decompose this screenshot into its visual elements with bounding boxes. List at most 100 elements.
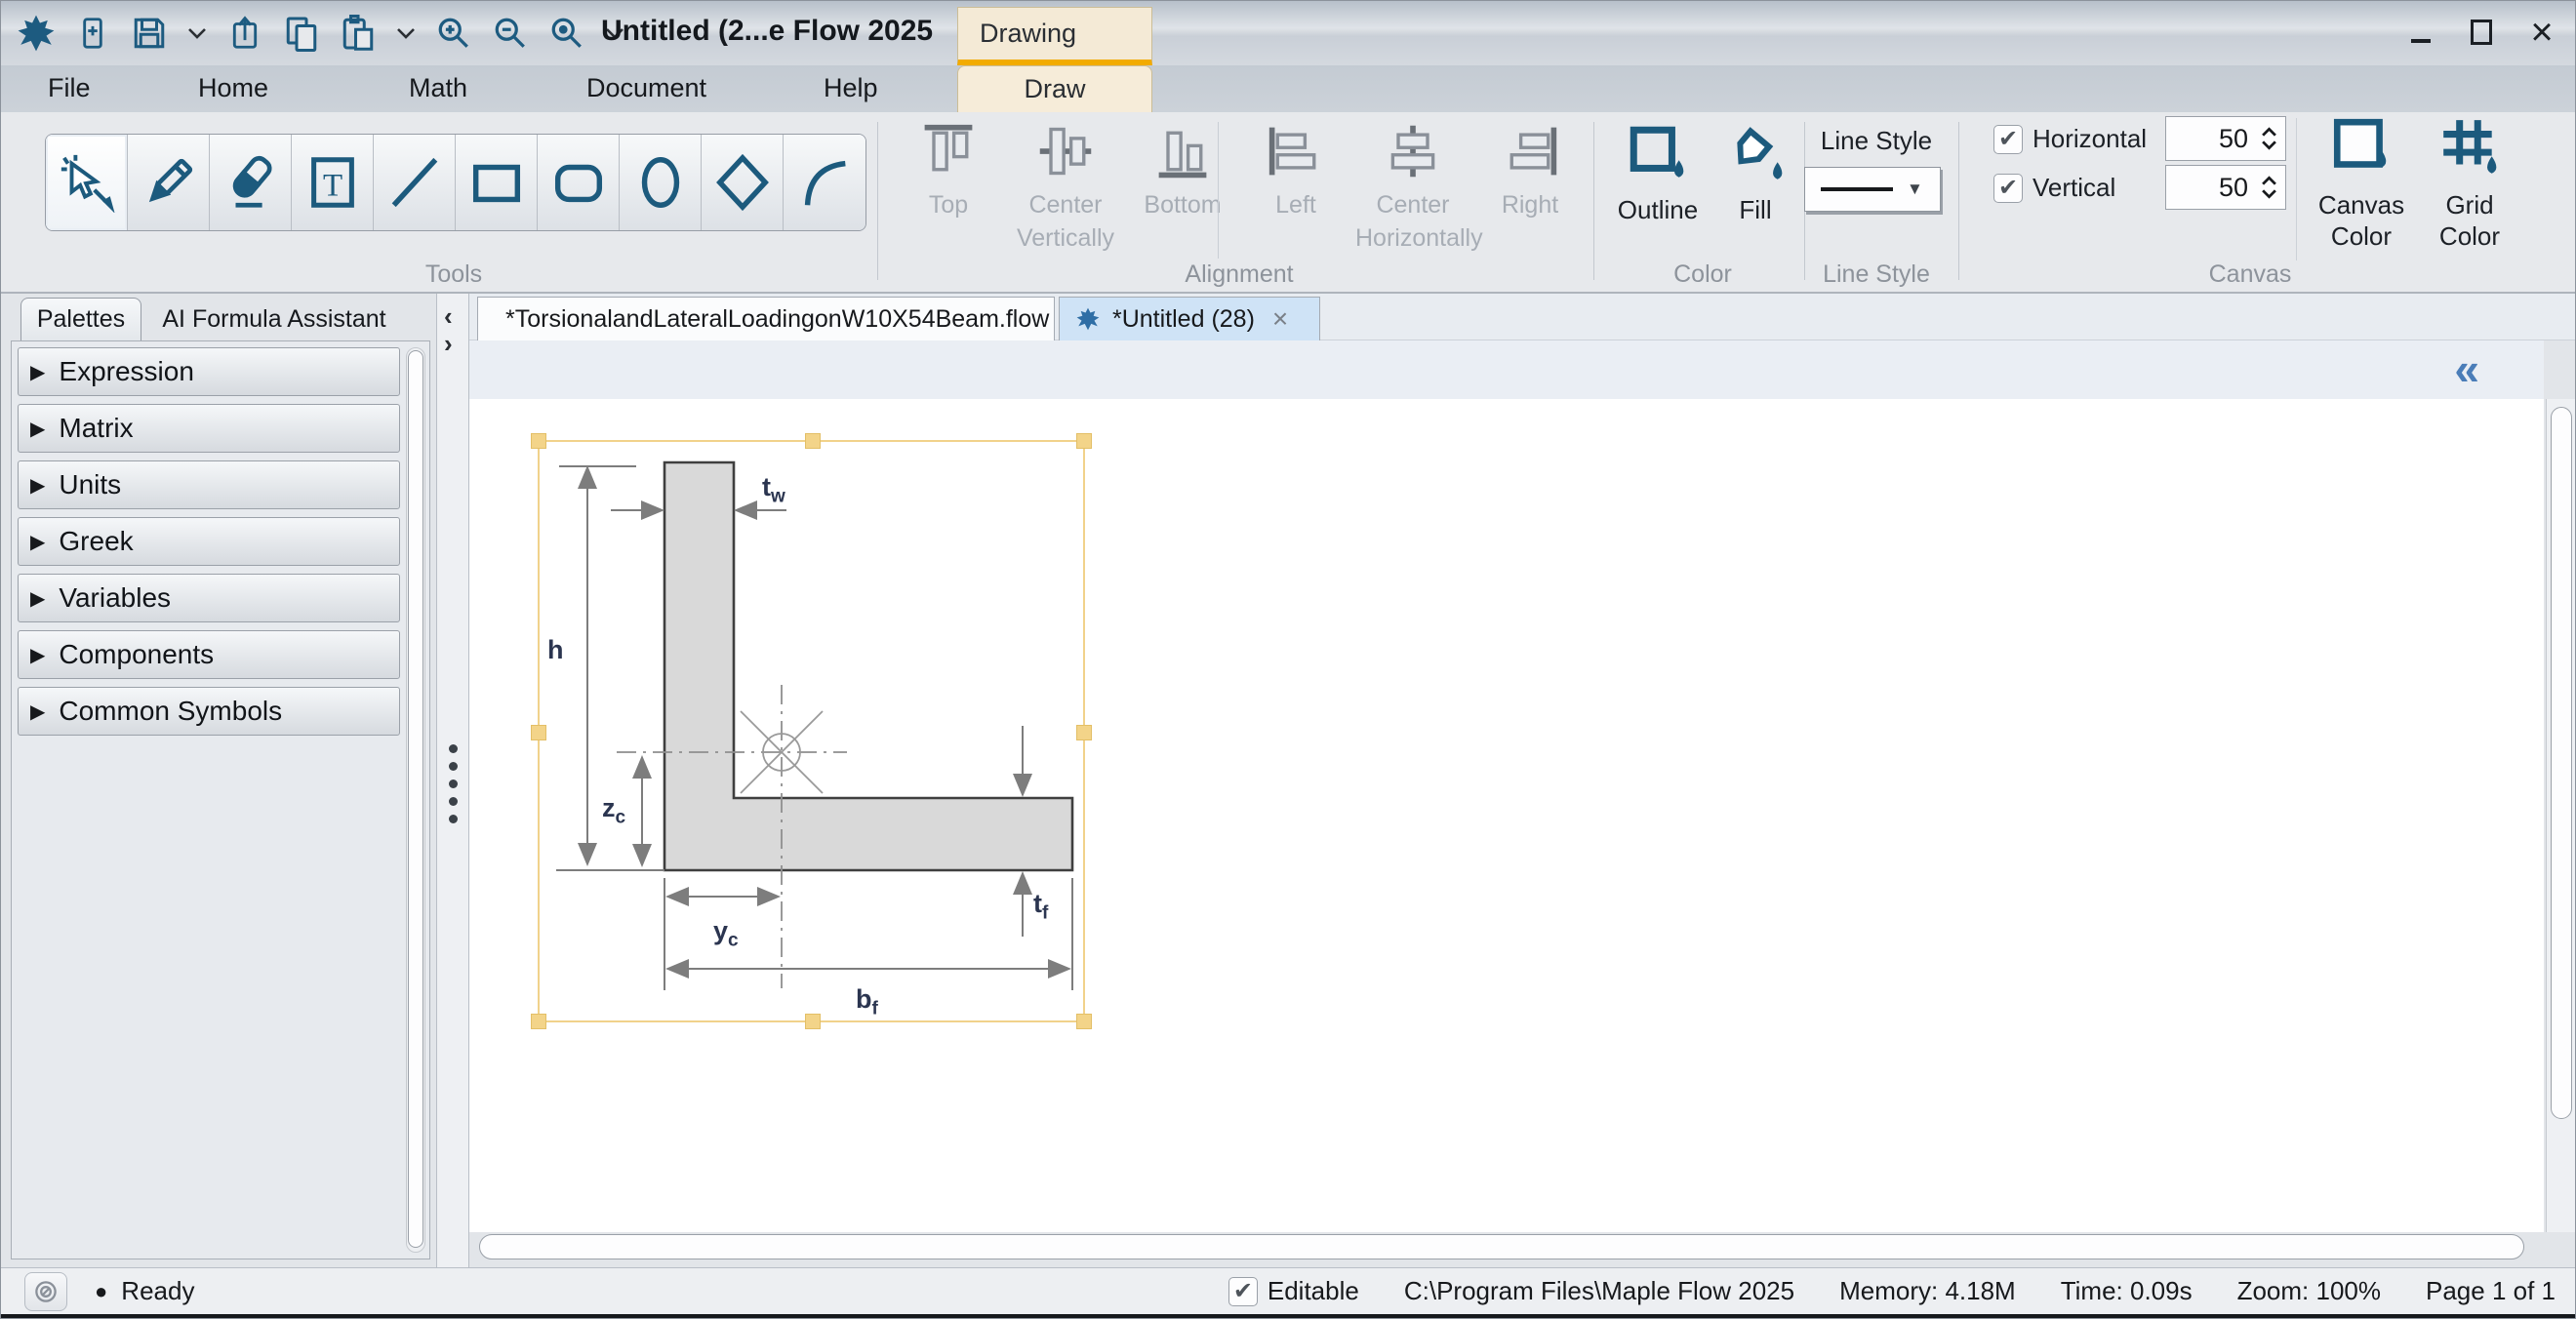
vertical-grid-checkbox[interactable]: ✔ Vertical [1993,173,2115,203]
selection-handle-e[interactable] [1076,725,1092,740]
canvas-vertical-scrollbar[interactable] [2546,399,2575,1232]
zoom-in-button[interactable] [432,12,475,55]
status-zoom: Zoom: 100% [2237,1276,2381,1306]
palette-section-expression[interactable]: ▶Expression [18,347,400,396]
collapse-sidebar-icon[interactable]: « [2454,342,2479,395]
selection-bounding-box[interactable]: h tw zc yc bf tf [538,440,1085,1022]
tab-ai-formula-assistant[interactable]: AI Formula Assistant [147,298,401,340]
line-style-dropdown[interactable]: ▼ [1804,167,1941,212]
selection-handle-s[interactable] [805,1014,821,1029]
palette-section-common-symbols[interactable]: ▶Common Symbols [18,687,400,736]
palette-section-components[interactable]: ▶Components [18,630,400,679]
text-tool-button[interactable]: T [292,135,374,230]
interrupt-icon [32,1278,60,1305]
rectangle-tool-button[interactable] [456,135,538,230]
tab-palettes[interactable]: Palettes [20,298,141,340]
close-tab-icon[interactable]: × [1272,303,1288,335]
expand-arrow-icon: ▶ [30,360,45,384]
align-bottom-icon [1125,112,1240,188]
expand-panel-right-icon[interactable]: › [444,329,453,359]
title-bar: Untitled (2...e Flow 2025 × [1,1,2576,65]
scrollbar-thumb[interactable] [2551,407,2572,1119]
selection-handle-sw[interactable] [531,1014,546,1029]
dimension-label-yc: yc [713,916,739,951]
selection-handle-nw[interactable] [531,433,546,449]
menu-home[interactable]: Home [198,73,268,103]
status-memory: Memory: 4.18M [1839,1276,2016,1306]
selection-handle-ne[interactable] [1076,433,1092,449]
window-title: Untitled (2...e Flow 2025 [601,15,913,48]
checkbox-check-icon: ✔ [1993,125,2023,154]
horizontal-grid-checkbox[interactable]: ✔ Horizontal [1993,124,2147,154]
canvas-header-strip: « [469,340,2544,399]
palette-section-variables[interactable]: ▶Variables [18,574,400,622]
palette-section-units[interactable]: ▶Units [18,460,400,509]
palette-section-matrix[interactable]: ▶Matrix [18,404,400,453]
panel-splitter[interactable]: ‹ › [436,294,469,1267]
rounded-rectangle-tool-button[interactable] [538,135,620,230]
document-tab[interactable]: *TorsionalandLateralLoadingonW10X54Beam.… [477,297,1055,340]
save-menu-chevron-icon[interactable] [184,12,210,55]
line-tool-button[interactable] [374,135,456,230]
collapse-panel-left-icon[interactable]: ‹ [444,301,453,332]
tools-group-label: Tools [45,260,863,289]
document-tab-title: *Untitled (28) [1112,305,1255,334]
grid-color-button[interactable]: Grid Color [2423,116,2516,252]
maple-logo-icon [15,12,58,55]
export-button[interactable] [223,12,266,55]
fill-color-button[interactable]: Fill [1714,122,1796,225]
minimize-button[interactable] [2403,13,2438,52]
menu-math[interactable]: Math [409,73,467,103]
zoom-out-button[interactable] [489,12,532,55]
selection-handle-se[interactable] [1076,1014,1092,1029]
color-group-label: Color [1609,260,1796,289]
dropdown-caret-icon: ▼ [1907,180,1923,199]
new-document-button[interactable] [71,12,114,55]
align-center-horizontally-button[interactable]: Center Horizontally [1355,112,1470,255]
maple-file-icon [1075,306,1101,332]
save-button[interactable] [128,12,171,55]
canvas-horizontal-scrollbar[interactable] [479,1232,2534,1261]
close-button[interactable]: × [2524,13,2559,52]
curve-tool-button[interactable] [784,135,865,230]
ellipse-tool-button[interactable] [620,135,702,230]
palette-section-greek[interactable]: ▶Greek [18,517,400,566]
canvas-color-button[interactable]: Canvas Color [2308,116,2415,252]
tab-draw[interactable]: Draw [957,65,1152,112]
menu-help[interactable]: Help [824,73,878,103]
document-tab[interactable]: *Untitled (28) × [1059,297,1320,340]
horizontal-spacing-stepper[interactable]: 50 [2165,116,2286,161]
pencil-tool-button[interactable] [128,135,210,230]
expand-arrow-icon: ▶ [30,643,45,667]
eraser-tool-button[interactable] [210,135,292,230]
paste-button[interactable] [337,12,380,55]
align-top-button[interactable]: Top [891,112,1006,221]
interrupt-button[interactable] [24,1272,67,1311]
paste-menu-chevron-icon[interactable] [393,12,419,55]
align-bottom-button[interactable]: Bottom [1125,112,1240,221]
vertical-spacing-stepper[interactable]: 50 [2165,165,2286,210]
outline-color-icon [1626,174,1690,190]
scrollbar-thumb[interactable] [479,1234,2524,1259]
selection-handle-w[interactable] [531,725,546,740]
splitter-grip[interactable] [449,744,458,823]
outline-color-button[interactable]: Outline [1609,122,1707,225]
align-top-icon [891,112,1006,188]
app-window: Untitled (2...e Flow 2025 × Drawing File… [0,0,2576,1319]
zoom-reset-button[interactable] [545,12,588,55]
copy-button[interactable] [280,12,323,55]
alignment-group-label: Alignment [891,260,1588,289]
drawing-canvas[interactable]: h tw zc yc bf tf [469,399,2544,1232]
align-left-button[interactable]: Left [1238,112,1353,221]
align-center-vertically-button[interactable]: Center Vertically [1008,112,1123,255]
selection-handle-n[interactable] [805,433,821,449]
menu-file[interactable]: File [48,73,91,103]
diamond-tool-button[interactable] [702,135,784,230]
maximize-button[interactable] [2464,13,2499,52]
palette-scrollbar[interactable] [406,347,425,1253]
align-left-icon [1238,112,1353,188]
editable-checkbox[interactable]: ✔ Editable [1228,1276,1359,1306]
align-right-button[interactable]: Right [1472,112,1588,221]
menu-document[interactable]: Document [586,73,706,103]
select-tool-button[interactable] [46,135,128,230]
